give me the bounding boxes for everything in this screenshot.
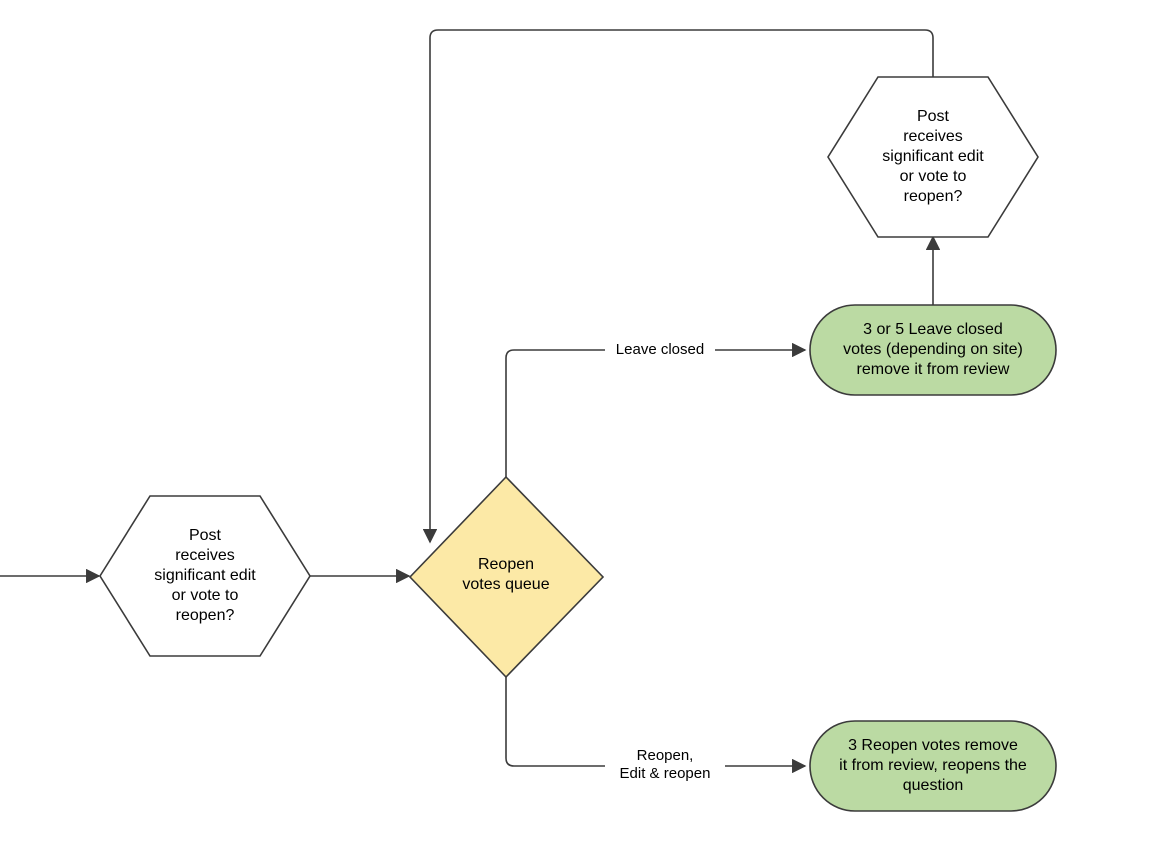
round-bottom-line3: question [903,777,964,794]
node-round-leave-closed: 3 or 5 Leave closed votes (depending on … [810,305,1056,395]
node-hex-right: Post receives significant edit or vote t… [828,77,1038,237]
round-top-line1: 3 or 5 Leave closed [863,321,1003,338]
diamond-line2: votes queue [462,576,549,593]
diamond-line1: Reopen [478,556,534,573]
node-hex-left: Post receives significant edit or vote t… [100,496,310,656]
hex-right-line4: or vote to [900,168,967,185]
hex-left-line5: reopen? [176,607,235,624]
hex-left-line1: Post [189,527,222,544]
hex-right-line2: receives [903,128,963,145]
hex-right-line5: reopen? [904,188,963,205]
edge-label-reopen-line1: Reopen, [637,747,694,764]
edge-label-leave-closed: Leave closed [616,341,704,358]
node-round-reopen: 3 Reopen votes remove it from review, re… [810,721,1056,811]
round-top-line2: votes (depending on site) [843,341,1023,358]
node-diamond-reopen-queue: Reopen votes queue [410,477,603,677]
hex-right-line1: Post [917,108,950,125]
round-bottom-line2: it from review, reopens the [839,757,1027,774]
round-bottom-line1: 3 Reopen votes remove [848,737,1018,754]
hex-right-line3: significant edit [882,148,984,165]
edge-diamond-to-roundtop [506,350,805,477]
flowchart-canvas: Leave closed Reopen, Edit & reopen Post … [0,0,1150,862]
hex-left-line4: or vote to [172,587,239,604]
hex-left-line3: significant edit [154,567,256,584]
hex-left-line2: receives [175,547,235,564]
round-top-line3: remove it from review [857,361,1010,378]
edge-label-reopen-line2: Edit & reopen [620,765,711,782]
